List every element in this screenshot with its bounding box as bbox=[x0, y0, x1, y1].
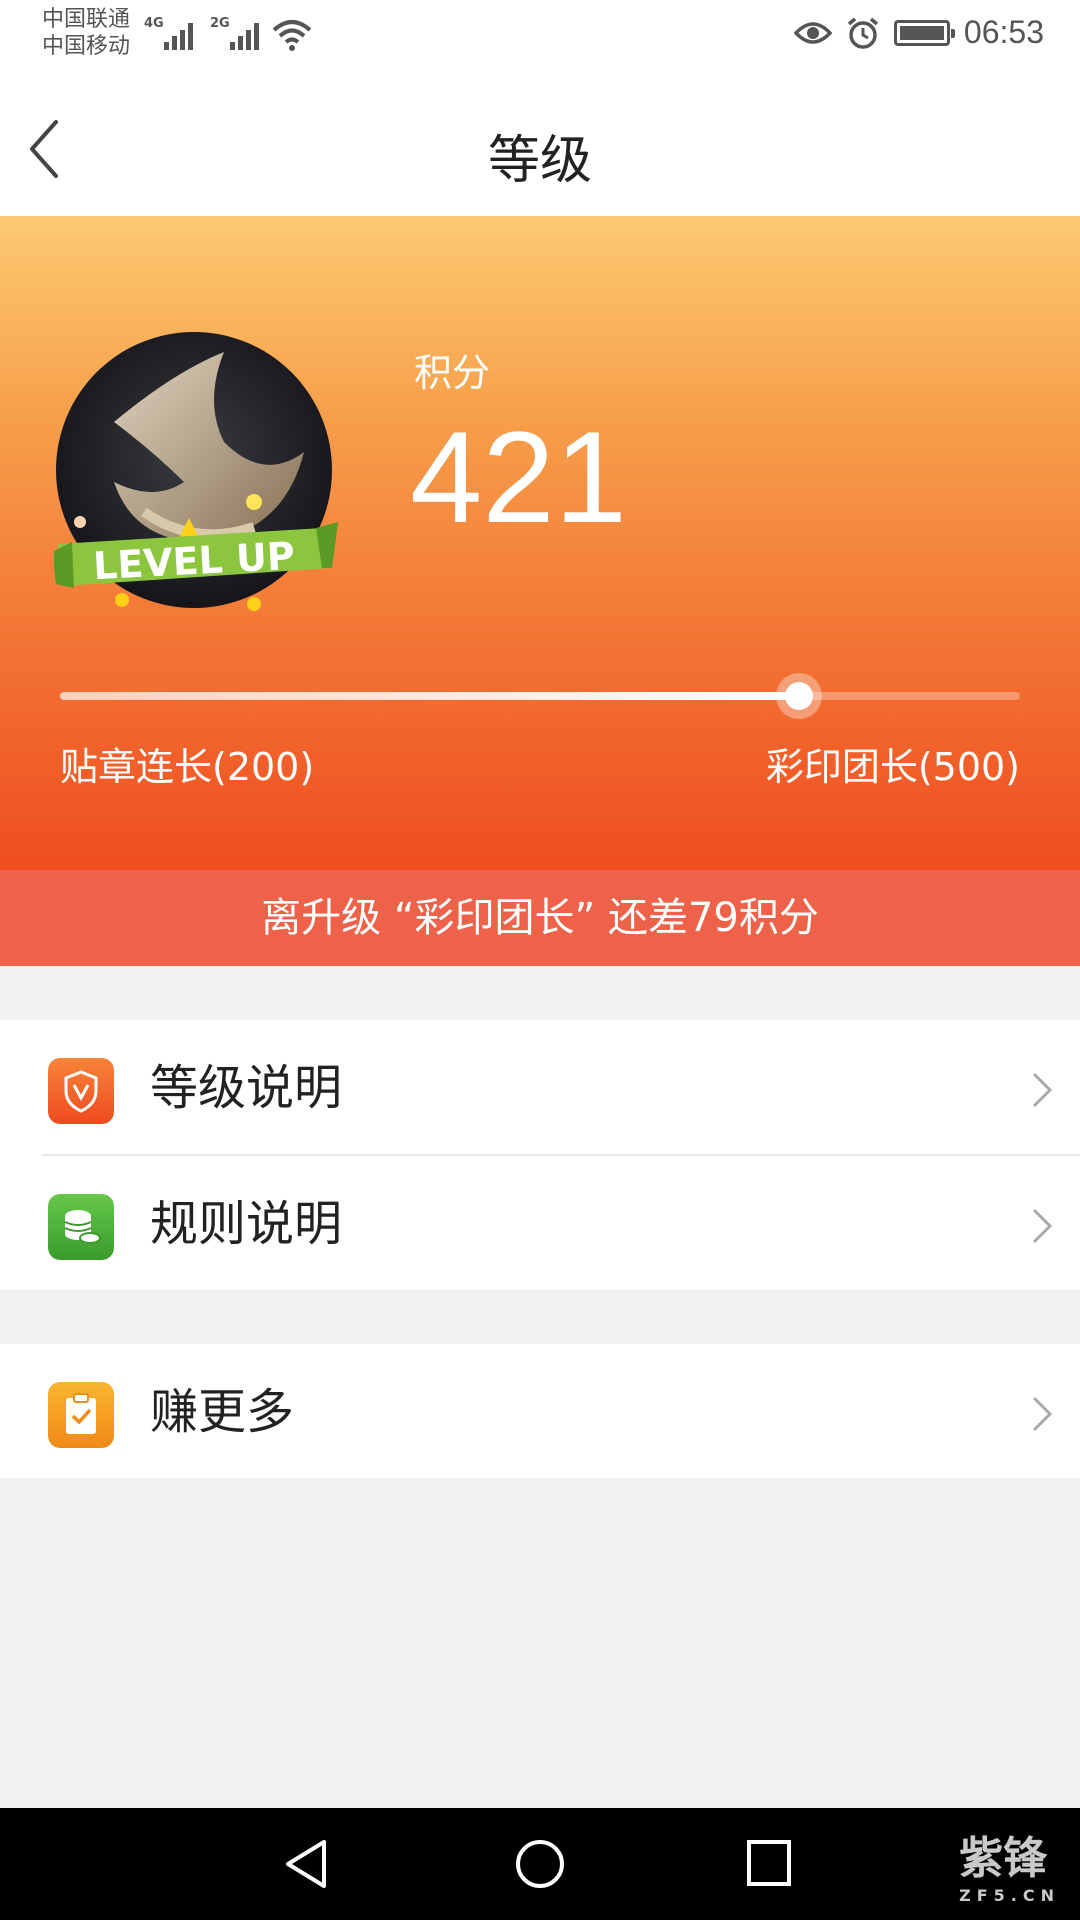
status-time: 06:53 bbox=[963, 14, 1044, 50]
clipboard-check-icon bbox=[48, 1382, 114, 1448]
nav-recents-icon[interactable] bbox=[746, 1838, 792, 1888]
carrier-names: 中国联通 中国移动 bbox=[42, 6, 130, 60]
chevron-right-icon bbox=[1032, 1396, 1053, 1432]
score-value: 421 bbox=[410, 404, 627, 550]
page-title: 等级 bbox=[487, 131, 592, 191]
watermark-subtitle: ZF5.CN bbox=[959, 1886, 1060, 1905]
chevron-right-icon bbox=[1032, 1208, 1053, 1244]
upgrade-hint-banner: 离升级 “彩印团长” 还差79积分 bbox=[0, 870, 1080, 966]
current-level-label: 贴章连长(200) bbox=[60, 745, 315, 789]
menu-group-earn: 赚更多 bbox=[0, 1344, 1080, 1478]
battery-icon bbox=[893, 19, 955, 46]
level-progress-fill bbox=[60, 692, 800, 700]
menu-item-level-description[interactable]: 等级说明 bbox=[0, 1020, 1080, 1154]
nav-back-icon[interactable] bbox=[282, 1838, 330, 1890]
carrier-2: 中国移动 bbox=[42, 34, 131, 59]
network-type-1: 4G bbox=[144, 16, 164, 31]
score-label: 积分 bbox=[414, 351, 491, 395]
menu-item-label: 赚更多 bbox=[150, 1384, 295, 1440]
level-badge-icon: LEVEL UP bbox=[54, 332, 338, 611]
watermark-logo: 紫锋 ZF5.CN bbox=[959, 1822, 1060, 1905]
app-header: 等级 bbox=[0, 78, 1080, 216]
coins-icon bbox=[48, 1194, 114, 1260]
menu-item-earn-more[interactable]: 赚更多 bbox=[0, 1344, 1080, 1478]
shield-v-icon bbox=[48, 1058, 114, 1124]
menu-group-info: 等级说明 规则说明 bbox=[0, 1020, 1080, 1290]
alarm-icon bbox=[847, 17, 879, 49]
watermark-title: 紫锋 bbox=[959, 1833, 1048, 1884]
network-type-2: 2G bbox=[210, 16, 230, 31]
status-bar: 中国联通 中国移动 4G 2G 06:53 bbox=[0, 0, 1080, 78]
chevron-right-icon bbox=[1032, 1072, 1053, 1108]
signal-icon-1 bbox=[164, 18, 193, 50]
level-hero-panel: LEVEL UP 积分 421 贴章连长(200) 彩印团长(500) bbox=[0, 216, 1080, 870]
level-progress-knob bbox=[776, 673, 823, 719]
next-level-label: 彩印团长(500) bbox=[765, 745, 1020, 789]
level-progress-bar bbox=[60, 673, 1020, 719]
eye-icon bbox=[793, 21, 832, 44]
nav-home-icon[interactable] bbox=[514, 1838, 566, 1890]
system-nav-bar: 紫锋 ZF5.CN bbox=[0, 1808, 1080, 1920]
carrier-1: 中国联通 bbox=[42, 7, 131, 32]
signal-icon-2 bbox=[230, 18, 259, 50]
menu-item-label: 规则说明 bbox=[150, 1196, 343, 1252]
menu-item-rules-description[interactable]: 规则说明 bbox=[0, 1156, 1080, 1290]
wifi-icon bbox=[272, 20, 312, 51]
menu-item-label: 等级说明 bbox=[150, 1060, 343, 1116]
